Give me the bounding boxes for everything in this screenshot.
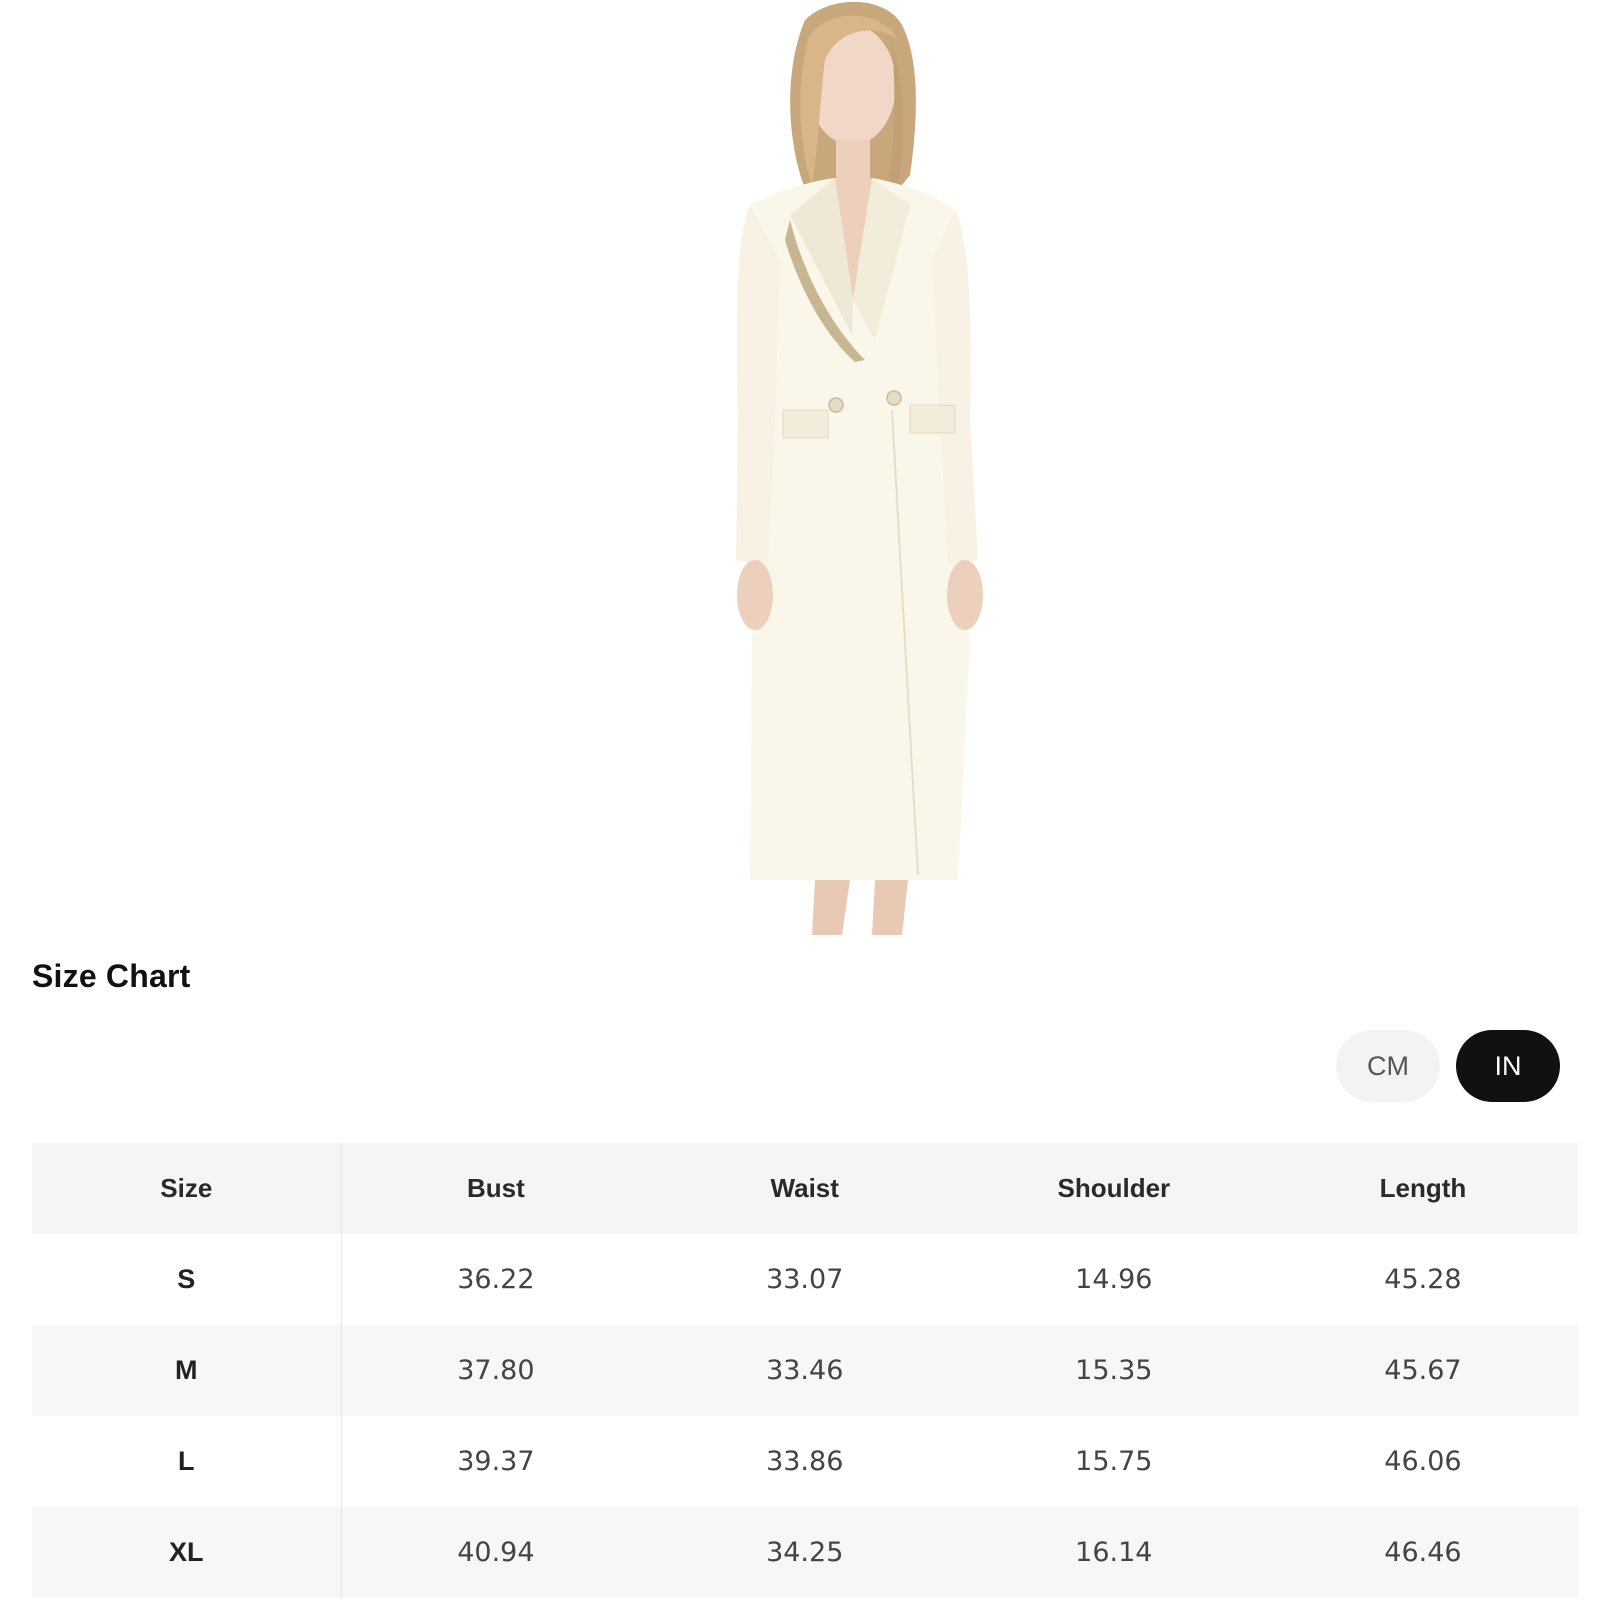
table-row: XL 40.94 34.25 16.14 46.46 (32, 1507, 1578, 1598)
column-header-shoulder: Shoulder (959, 1143, 1269, 1234)
waist-cell: 33.86 (650, 1416, 960, 1507)
bust-cell: 36.22 (341, 1234, 651, 1325)
waist-cell: 33.46 (650, 1325, 960, 1416)
unit-cm-button[interactable]: CM (1336, 1030, 1440, 1102)
unit-in-button[interactable]: IN (1456, 1030, 1560, 1102)
waist-cell: 33.07 (650, 1234, 960, 1325)
size-cell: M (32, 1325, 342, 1416)
length-cell: 46.06 (1268, 1416, 1578, 1507)
shoulder-cell: 15.75 (959, 1416, 1269, 1507)
column-header-waist: Waist (650, 1143, 960, 1234)
size-cell: S (32, 1234, 342, 1325)
bust-cell: 39.37 (341, 1416, 651, 1507)
length-cell: 46.46 (1268, 1507, 1578, 1598)
product-photo (640, 0, 1060, 950)
bust-cell: 40.94 (341, 1507, 651, 1598)
bust-cell: 37.80 (341, 1325, 651, 1416)
shoulder-cell: 14.96 (959, 1234, 1269, 1325)
unit-toggle: CM IN (1336, 1030, 1560, 1102)
length-cell: 45.28 (1268, 1234, 1578, 1325)
size-cell: XL (32, 1507, 342, 1598)
size-chart-title: Size Chart (32, 958, 191, 994)
table-row: L 39.37 33.86 15.75 46.06 (32, 1416, 1578, 1507)
size-chart-table: Size Bust Waist Shoulder Length S 36.22 … (32, 1143, 1578, 1598)
shoulder-cell: 15.35 (959, 1325, 1269, 1416)
column-header-bust: Bust (341, 1143, 651, 1234)
size-cell: L (32, 1416, 342, 1507)
table-row: S 36.22 33.07 14.96 45.28 (32, 1234, 1578, 1325)
column-header-size: Size (32, 1143, 342, 1234)
waist-cell: 34.25 (650, 1507, 960, 1598)
table-row: M 37.80 33.46 15.35 45.67 (32, 1325, 1578, 1416)
shoulder-cell: 16.14 (959, 1507, 1269, 1598)
table-header-row: Size Bust Waist Shoulder Length (32, 1143, 1578, 1234)
column-header-length: Length (1268, 1143, 1578, 1234)
length-cell: 45.67 (1268, 1325, 1578, 1416)
